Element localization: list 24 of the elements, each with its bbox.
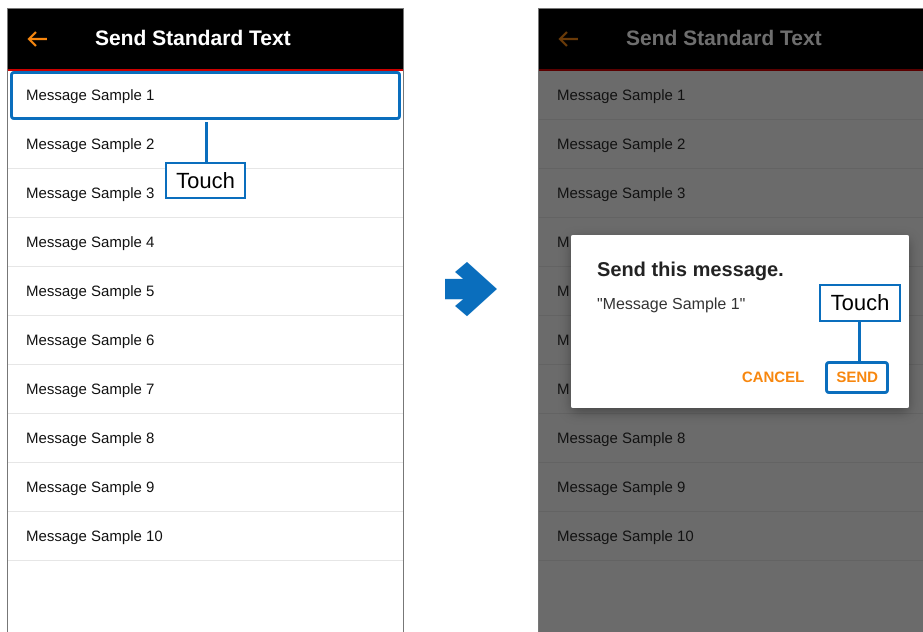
dialog-message: "Message Sample 1" — [597, 296, 746, 314]
message-list-item[interactable]: Message Sample 4 — [8, 218, 403, 267]
callout-label: Touch — [819, 284, 901, 322]
message-list-item[interactable]: Message Sample 7 — [8, 365, 403, 414]
message-list-item[interactable]: Message Sample 6 — [8, 316, 403, 365]
right-arrow-icon — [445, 261, 497, 317]
back-arrow-icon[interactable] — [26, 30, 48, 48]
message-list-item[interactable]: Message Sample 1 — [10, 71, 401, 120]
message-list-item[interactable]: Message Sample 9 — [539, 463, 923, 512]
leader-line — [858, 322, 861, 362]
message-list-item[interactable]: Message Sample 9 — [8, 463, 403, 512]
leader-line — [205, 122, 208, 162]
message-list-item[interactable]: Message Sample 5 — [8, 267, 403, 316]
message-list-item[interactable]: Message Sample 1 — [539, 71, 923, 120]
dialog-title: Send this message. — [597, 259, 785, 282]
message-list-item[interactable]: Message Sample 10 — [539, 512, 923, 561]
message-list-item[interactable]: Message Sample 2 — [539, 120, 923, 169]
callout-label: Touch — [165, 162, 246, 199]
message-list-item[interactable]: Message Sample 8 — [8, 414, 403, 463]
message-list-item[interactable]: Message Sample 8 — [539, 414, 923, 463]
screen-title: Send Standard Text — [626, 27, 822, 51]
message-list-item[interactable]: Message Sample 3 — [539, 169, 923, 218]
message-list-item[interactable]: Message Sample 10 — [8, 512, 403, 561]
screen-title: Send Standard Text — [95, 27, 291, 51]
